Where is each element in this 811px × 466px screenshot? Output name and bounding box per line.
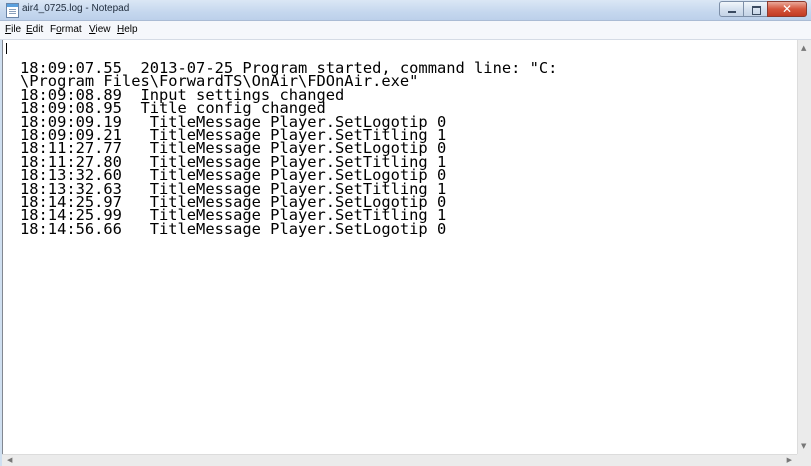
menu-access-key: F: [5, 24, 12, 35]
scroll-up-icon[interactable]: ▲: [801, 44, 806, 52]
menu-access-key: E: [26, 24, 33, 35]
menu-file[interactable]: File: [5, 24, 21, 35]
menu-edit[interactable]: Edit: [26, 24, 43, 35]
menu-help[interactable]: Help: [117, 24, 138, 35]
scroll-left-icon[interactable]: ◀: [7, 456, 12, 464]
editor-text[interactable]: 18:09:07.55 2013-07-25 Program started, …: [20, 60, 557, 238]
title-bar[interactable]: air4_0725.log - Notepad ✕: [0, 0, 811, 21]
minimize-button[interactable]: [719, 1, 744, 17]
scroll-right-icon[interactable]: ▶: [787, 456, 792, 464]
menu-access-key: o: [56, 24, 62, 35]
menu-access-key: H: [117, 24, 125, 35]
scrollbar-corner: [797, 454, 811, 466]
menu-access-key: V: [89, 24, 96, 35]
horizontal-scrollbar[interactable]: ◀ ▶: [2, 454, 797, 466]
menu-format[interactable]: Format: [50, 24, 82, 35]
text-editor[interactable]: 18:09:07.55 2013-07-25 Program started, …: [2, 40, 798, 454]
close-icon: ✕: [781, 2, 793, 16]
notepad-icon[interactable]: [6, 3, 19, 18]
window-controls: ✕: [719, 1, 807, 18]
window-title: air4_0725.log - Notepad: [22, 3, 130, 14]
menu-view[interactable]: View: [89, 24, 111, 35]
maximize-icon: [752, 6, 761, 15]
menu-bar: File Edit Format View Help: [0, 21, 811, 40]
scroll-down-icon[interactable]: ▼: [801, 442, 806, 450]
notepad-window: air4_0725.log - Notepad ✕ File Edit Form…: [0, 0, 811, 466]
log-line: 18:14:56.66 TitleMessage Player.SetLogot…: [20, 219, 447, 238]
text-caret: [6, 43, 7, 54]
minimize-icon: [728, 11, 736, 13]
maximize-button[interactable]: [743, 1, 768, 17]
close-button[interactable]: ✕: [767, 1, 807, 17]
vertical-scrollbar[interactable]: ▲ ▼: [797, 40, 811, 454]
